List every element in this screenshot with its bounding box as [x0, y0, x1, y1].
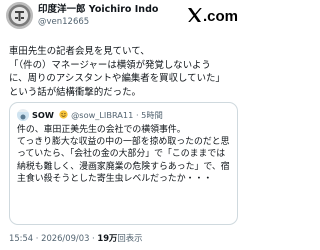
quoted-text-line: 納税も難しく、漫画家廃業の危険すらあった」で、宿 — [17, 161, 230, 172]
svg-text:.com: .com — [203, 8, 238, 23]
quoted-post-time[interactable]: 5時間 — [141, 110, 163, 120]
quoted-text-line: 主食い殺そうとした寄生虫レベルだったか・・・ — [17, 173, 213, 184]
quoted-text-line: 件の、車田正美先生の会社での横領事件。 — [17, 125, 186, 135]
post-text-line: 「（件の）マネージャーは横領が発覚しないよう — [9, 59, 211, 71]
view-count-label: 回表示 — [117, 233, 143, 243]
post-text: 車田先生の記者会見を見ていて、 「（件の）マネージャーは横領が発覚しないよう に… — [9, 45, 245, 99]
seal-stamp-icon — [6, 2, 33, 29]
post-text-line: に、周りのアシスタントや編集者を買収していた」 — [9, 73, 225, 85]
quoted-author-handle[interactable]: @sow_LIBRA11 — [71, 110, 133, 120]
post-footer: 15:54 · 2026/09/03 · 19万回表示 — [9, 233, 143, 244]
author-avatar[interactable] — [6, 2, 33, 29]
quoted-post-header: SOW @sow_LIBRA11 · 5時間 — [32, 109, 163, 121]
quoted-avatar-icon — [17, 112, 29, 121]
post-card: 印度洋一郎 Yoichiro Indo @ven12665 .com 車田先生の… — [0, 0, 247, 250]
quoted-text-line: てっきり膨大な収益の中の一部を掠め取ったのだと思 — [17, 137, 230, 148]
quoted-post-text: 件の、車田正美先生の会社での横領事件。 てっきり膨大な収益の中の一部を掠め取った… — [17, 124, 235, 185]
smiling-emoji-icon — [58, 110, 68, 119]
author-display-name[interactable]: 印度洋一郎 Yoichiro Indo — [38, 4, 158, 16]
quoted-post[interactable]: SOW @sow_LIBRA11 · 5時間 件の、車田正美先生の会社での横領事… — [9, 102, 238, 225]
view-count: 19万 — [97, 233, 118, 243]
post-text-line: 車田先生の記者会見を見ていて、 — [9, 46, 150, 57]
post-text-line: という話が結構衝撃的だった。 — [9, 86, 141, 98]
post-timestamp[interactable]: 15:54 · 2026/09/03 · — [9, 233, 97, 243]
quoted-text-line: っていたら、「会社の金の大部分」で「このままでは — [17, 149, 226, 160]
x-logo-icon: .com — [188, 8, 238, 23]
meta-separator: · — [135, 110, 139, 120]
quoted-author-avatar[interactable] — [17, 109, 29, 121]
quoted-author-name[interactable]: SOW — [32, 110, 54, 120]
author-handle[interactable]: @ven12665 — [38, 17, 89, 28]
